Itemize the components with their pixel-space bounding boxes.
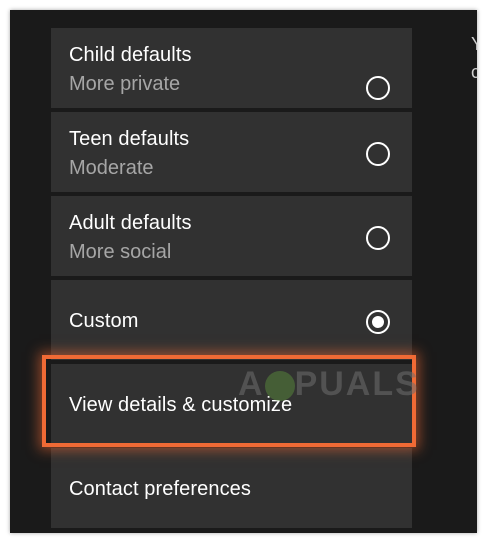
contact-preferences-label: Contact preferences bbox=[69, 478, 251, 500]
radio-button[interactable] bbox=[366, 142, 390, 166]
option-subtitle: More private bbox=[69, 73, 181, 95]
option-title: Child defaults bbox=[69, 44, 192, 66]
option-title: Custom bbox=[69, 310, 139, 332]
radio-button[interactable] bbox=[366, 76, 390, 100]
option-teen-defaults[interactable]: Teen defaults Moderate bbox=[51, 112, 412, 192]
side-text-line1: Y bbox=[471, 34, 477, 55]
option-title: Adult defaults bbox=[69, 212, 192, 234]
contact-preferences-button[interactable]: Contact preferences bbox=[51, 448, 412, 528]
radio-button[interactable] bbox=[366, 226, 390, 250]
radio-button-selected[interactable] bbox=[366, 310, 390, 334]
privacy-settings-panel: Child defaults More private Teen default… bbox=[10, 10, 477, 533]
option-subtitle: Moderate bbox=[69, 157, 154, 179]
side-text-line2: c bbox=[471, 62, 477, 82]
option-custom[interactable]: Custom bbox=[51, 280, 412, 360]
option-adult-defaults[interactable]: Adult defaults More social bbox=[51, 196, 412, 276]
option-subtitle: More social bbox=[69, 241, 172, 263]
watermark-logo: A PUALS bbox=[238, 365, 420, 403]
option-title: Teen defaults bbox=[69, 128, 190, 150]
option-child-defaults[interactable]: Child defaults More private bbox=[51, 28, 412, 108]
